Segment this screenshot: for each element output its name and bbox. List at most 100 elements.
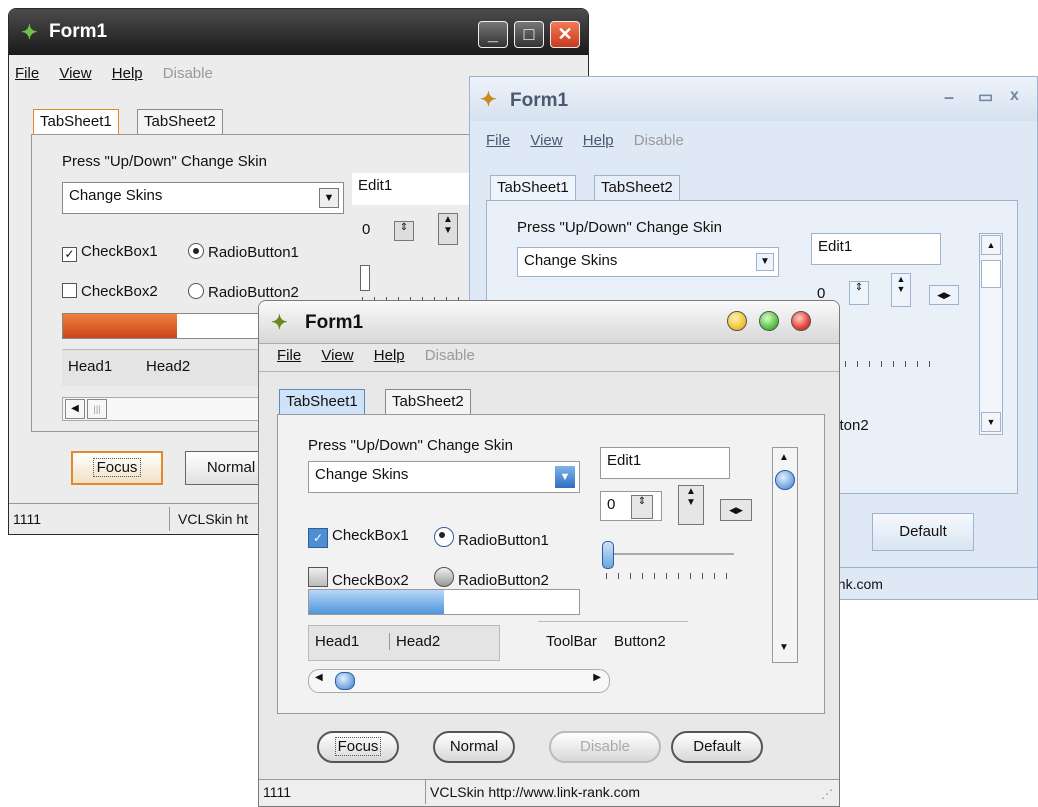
scroll-up-icon[interactable]: ▲ — [779, 452, 789, 463]
tab-tabsheet1[interactable]: TabSheet1 — [279, 389, 365, 415]
edit-value: Edit1 — [818, 238, 853, 255]
spin-up-icon[interactable]: ⇕ — [394, 221, 414, 241]
checkbox-empty-icon — [62, 283, 77, 298]
app-icon: ✦ — [480, 89, 497, 111]
updown-icon[interactable]: ▲ ▼ — [678, 485, 704, 525]
spin-up-icon[interactable]: ⇕ — [849, 281, 869, 305]
minimize-icon[interactable]: _ — [478, 21, 508, 48]
menu-disable: Disable — [633, 132, 684, 149]
scroll-thumb[interactable]: ||| — [87, 399, 107, 419]
skin-combobox[interactable]: Change Skins ▼ — [62, 182, 344, 214]
trackbar-thumb[interactable] — [602, 541, 614, 569]
tab-tabsheet1[interactable]: TabSheet1 — [33, 109, 119, 135]
normal-button-label: Normal — [206, 459, 256, 476]
normal-button[interactable]: Normal — [433, 731, 515, 763]
toolbar-divider — [538, 621, 688, 622]
vertical-scrollbar[interactable]: ▲ ▼ — [772, 447, 798, 663]
checkbox2[interactable]: CheckBox2 — [62, 283, 158, 300]
progress-fill — [63, 314, 177, 338]
edit-field[interactable]: Edit1 — [811, 233, 941, 265]
menu-bar: File View Help Disable — [277, 347, 491, 364]
tab-tabsheet2[interactable]: TabSheet2 — [385, 389, 471, 415]
scroll-down-icon[interactable]: ▼ — [779, 642, 789, 653]
radio2[interactable]: RadioButton2 — [434, 567, 549, 589]
scroll-thumb[interactable] — [335, 672, 355, 690]
toolbar-button2[interactable]: Button2 — [614, 633, 666, 650]
updown-icon[interactable]: ▲ ▼ — [438, 213, 458, 245]
checkbox2-label: CheckBox2 — [332, 572, 409, 589]
close-icon[interactable]: x — [1010, 87, 1019, 105]
tab-tabsheet2[interactable]: TabSheet2 — [594, 175, 680, 201]
close-icon[interactable]: ✕ — [550, 21, 580, 48]
dropdown-arrow-icon[interactable]: ▼ — [756, 253, 774, 271]
header-head2[interactable]: Head2 — [146, 358, 190, 375]
combo-value: Change Skins — [524, 252, 618, 269]
menu-divider — [259, 371, 839, 372]
scroll-thumb-vertical[interactable] — [775, 470, 795, 490]
maximize-icon[interactable]: □ — [514, 21, 544, 48]
radio1-label: RadioButton1 — [458, 532, 549, 549]
dropdown-arrow-icon[interactable]: ▼ — [319, 188, 339, 208]
tab-tabsheet2[interactable]: TabSheet2 — [137, 109, 223, 135]
spin-edit[interactable]: 0 ⇕ — [600, 491, 662, 521]
minimize-icon[interactable] — [727, 311, 747, 331]
spin-up-icon[interactable]: ⇕ — [631, 495, 653, 519]
scroll-left-icon[interactable]: ◀ — [315, 672, 323, 683]
maximize-icon[interactable]: ▭ — [978, 87, 993, 107]
menu-file[interactable]: File — [15, 65, 39, 82]
radio2[interactable]: RadioButton2 — [188, 283, 299, 301]
menu-view[interactable]: View — [321, 347, 353, 364]
scroll-right-icon[interactable]: ▶ — [593, 672, 601, 683]
scroll-thumb[interactable] — [981, 260, 1001, 288]
scroll-left-icon[interactable]: ◀ — [65, 399, 85, 419]
horizontal-scrollbar[interactable]: ◀ ▶ — [308, 669, 610, 693]
header-head1[interactable]: Head1 — [315, 633, 359, 650]
menu-bar: File View Help Disable — [15, 65, 229, 82]
spin-value[interactable]: 0 — [362, 221, 370, 238]
edit-field[interactable]: Edit1 — [600, 447, 730, 479]
menu-view[interactable]: View — [530, 132, 562, 149]
scroll-up-icon[interactable]: ▲ — [981, 235, 1001, 255]
status-panel-2: VCLSkin ht — [169, 507, 248, 531]
checkbox1[interactable]: ✓ CheckBox1 — [62, 243, 158, 262]
size-grip-icon[interactable]: ⋰ — [821, 782, 833, 806]
radio1[interactable]: RadioButton1 — [434, 527, 549, 549]
minimize-icon[interactable]: – — [944, 87, 954, 108]
title-bar[interactable]: ✦ Form1 – ▭ x — [470, 77, 1037, 121]
status-panel-1: 1111 — [13, 511, 42, 527]
menu-view[interactable]: View — [59, 65, 91, 82]
spin-value: 0 — [607, 496, 616, 513]
default-button[interactable]: Default — [872, 513, 974, 551]
dropdown-arrow-icon[interactable]: ▼ — [555, 466, 575, 488]
left-right-spin-icon[interactable]: ◀▶ — [720, 499, 752, 521]
trackbar-thumb[interactable] — [360, 265, 370, 291]
menu-help[interactable]: Help — [583, 132, 614, 149]
scroll-down-icon[interactable]: ▼ — [981, 412, 1001, 432]
vertical-scrollbar[interactable]: ▲ ▼ — [979, 233, 1003, 435]
radio1[interactable]: RadioButton1 — [188, 243, 299, 261]
close-icon[interactable] — [791, 311, 811, 331]
menu-help[interactable]: Help — [112, 65, 143, 82]
menu-help[interactable]: Help — [374, 347, 405, 364]
left-right-spin-icon[interactable]: ◀▶ — [929, 285, 959, 305]
trackbar-ticks — [606, 573, 734, 579]
skin-combobox[interactable]: Change Skins ▼ — [308, 461, 580, 493]
header-head1[interactable]: Head1 — [68, 358, 112, 375]
updown-icon[interactable]: ▲ ▼ — [891, 273, 911, 307]
menu-file[interactable]: File — [277, 347, 301, 364]
maximize-icon[interactable] — [759, 311, 779, 331]
title-bar[interactable]: ✦ Form1 _ □ ✕ — [9, 9, 588, 55]
edit-value: Edit1 — [607, 452, 642, 469]
menu-file[interactable]: File — [486, 132, 510, 149]
title-bar[interactable]: ✦ Form1 — [259, 301, 839, 344]
focus-button[interactable]: Focus — [317, 731, 399, 763]
edit-field[interactable]: Edit1 — [352, 173, 482, 205]
focus-button[interactable]: Focus — [71, 451, 163, 485]
checkbox2[interactable]: CheckBox2 — [308, 567, 409, 589]
checkbox1[interactable]: ✓ CheckBox1 — [308, 527, 409, 548]
header-head2[interactable]: Head2 — [389, 633, 440, 650]
default-button[interactable]: Default — [671, 731, 763, 763]
skin-combobox[interactable]: Change Skins ▼ — [517, 247, 779, 277]
focus-button-label: Focus — [92, 458, 142, 477]
tab-tabsheet1[interactable]: TabSheet1 — [490, 175, 576, 201]
